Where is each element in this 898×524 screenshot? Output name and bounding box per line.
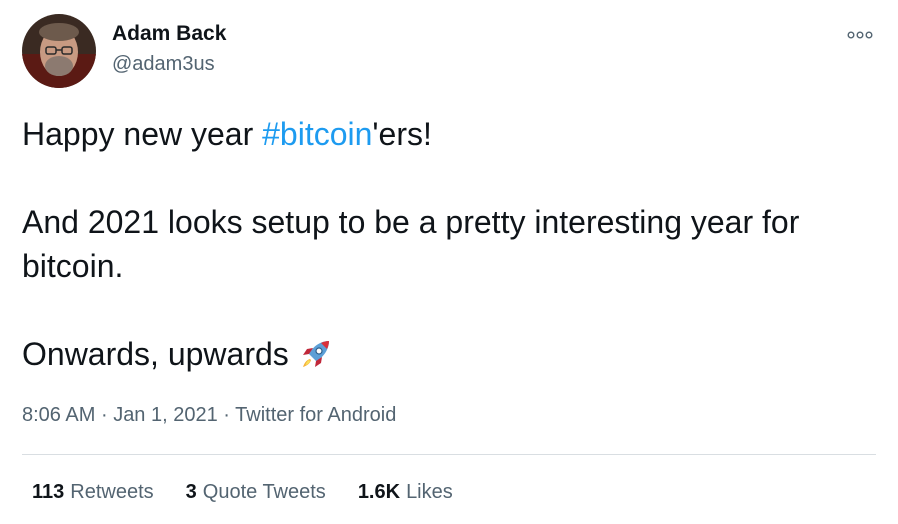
divider [22, 454, 876, 455]
more-options-icon[interactable] [842, 24, 878, 46]
tweet-text: Happy new year #bitcoin'ers! And 2021 lo… [22, 112, 882, 382]
meta-separator: · [100, 404, 108, 426]
tweet-source[interactable]: Twitter for Android [235, 404, 396, 426]
tweet-text-part: Happy new year [22, 116, 263, 152]
tweet-line-1: Happy new year #bitcoin'ers! [22, 112, 882, 156]
tweet-text-part: 'ers! [372, 116, 432, 152]
retweets-label: Retweets [70, 481, 154, 503]
avatar[interactable] [22, 14, 96, 88]
quote-tweets-count: 3 [185, 481, 197, 503]
tweet-stats: 113 Retweets 3 Quote Tweets 1.6K Likes [32, 481, 453, 504]
likes-stat[interactable]: 1.6K Likes [358, 481, 453, 504]
quote-tweets-stat[interactable]: 3 Quote Tweets [186, 481, 326, 504]
likes-label: Likes [406, 481, 453, 503]
retweets-count: 113 [32, 481, 65, 503]
quote-tweets-label: Quote Tweets [202, 481, 326, 503]
likes-count: 1.6K [357, 481, 401, 503]
retweets-stat[interactable]: 113 Retweets [32, 481, 154, 504]
rocket-emoji-icon [299, 337, 333, 382]
tweet-text-part: Onwards, upwards [22, 336, 289, 372]
avatar-photo [22, 14, 96, 88]
tweet-time[interactable]: 8:06 AM [22, 404, 95, 426]
tweet-line-3: Onwards, upwards [22, 332, 882, 382]
hashtag-link[interactable]: #bitcoin [262, 116, 372, 152]
meta-separator: · [223, 404, 230, 426]
author-name[interactable]: Adam Back [112, 22, 226, 46]
tweet-meta: 8:06 AM · Jan 1, 2021 · Twitter for Andr… [22, 404, 396, 427]
tweet-line-2: And 2021 looks setup to be a pretty inte… [22, 204, 800, 284]
author-handle[interactable]: @adam3us [112, 53, 215, 76]
tweet-date[interactable]: Jan 1, 2021 [113, 404, 218, 426]
